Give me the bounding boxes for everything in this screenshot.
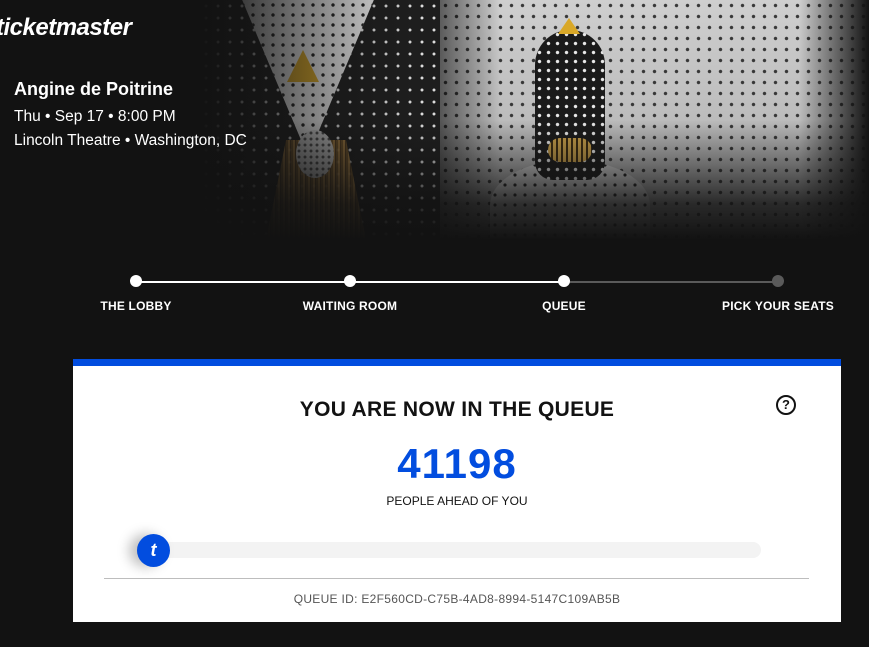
queue-progress-bar [137,542,761,558]
event-title: Angine de Poitrine [14,79,174,99]
step-waiting-room-dot [344,275,356,287]
event-hero: ticketmaster Angine de Poitrine Thu • Se… [0,0,869,250]
divider [104,578,809,579]
queue-id: QUEUE ID: E2F560CD-C75B-4AD8-8994-5147C1… [293,592,621,606]
step-the-lobby-label: THE LOBBY [100,299,172,313]
question-circle-icon[interactable]: ? [776,395,796,415]
event-venue: Lincoln Theatre • Washington, DC [14,132,247,149]
step-pick-your-seats-label: PICK YOUR SEATS [722,299,834,313]
step-connector [350,281,564,283]
step-queue-label: QUEUE [542,299,586,313]
queue-title: YOU ARE NOW IN THE QUEUE [299,398,615,421]
event-date: Thu • Sep 17 • 8:00 PM [14,108,176,125]
step-connector [136,281,350,283]
ticketmaster-logo[interactable]: ticketmaster [0,14,132,42]
step-pick-your-seats-dot [772,275,784,287]
event-artwork-image [200,0,869,240]
queue-status-card: YOU ARE NOW IN THE QUEUE ? 41198 PEOPLE … [73,359,841,622]
step-the-lobby-dot [130,275,142,287]
step-queue-dot [558,275,570,287]
people-ahead-count: 41198 [397,440,517,487]
step-connector [564,281,778,283]
ticketmaster-t-icon: t [137,534,170,567]
people-ahead-label: PEOPLE AHEAD OF YOU [386,494,528,508]
step-waiting-room-label: WAITING ROOM [302,299,398,313]
